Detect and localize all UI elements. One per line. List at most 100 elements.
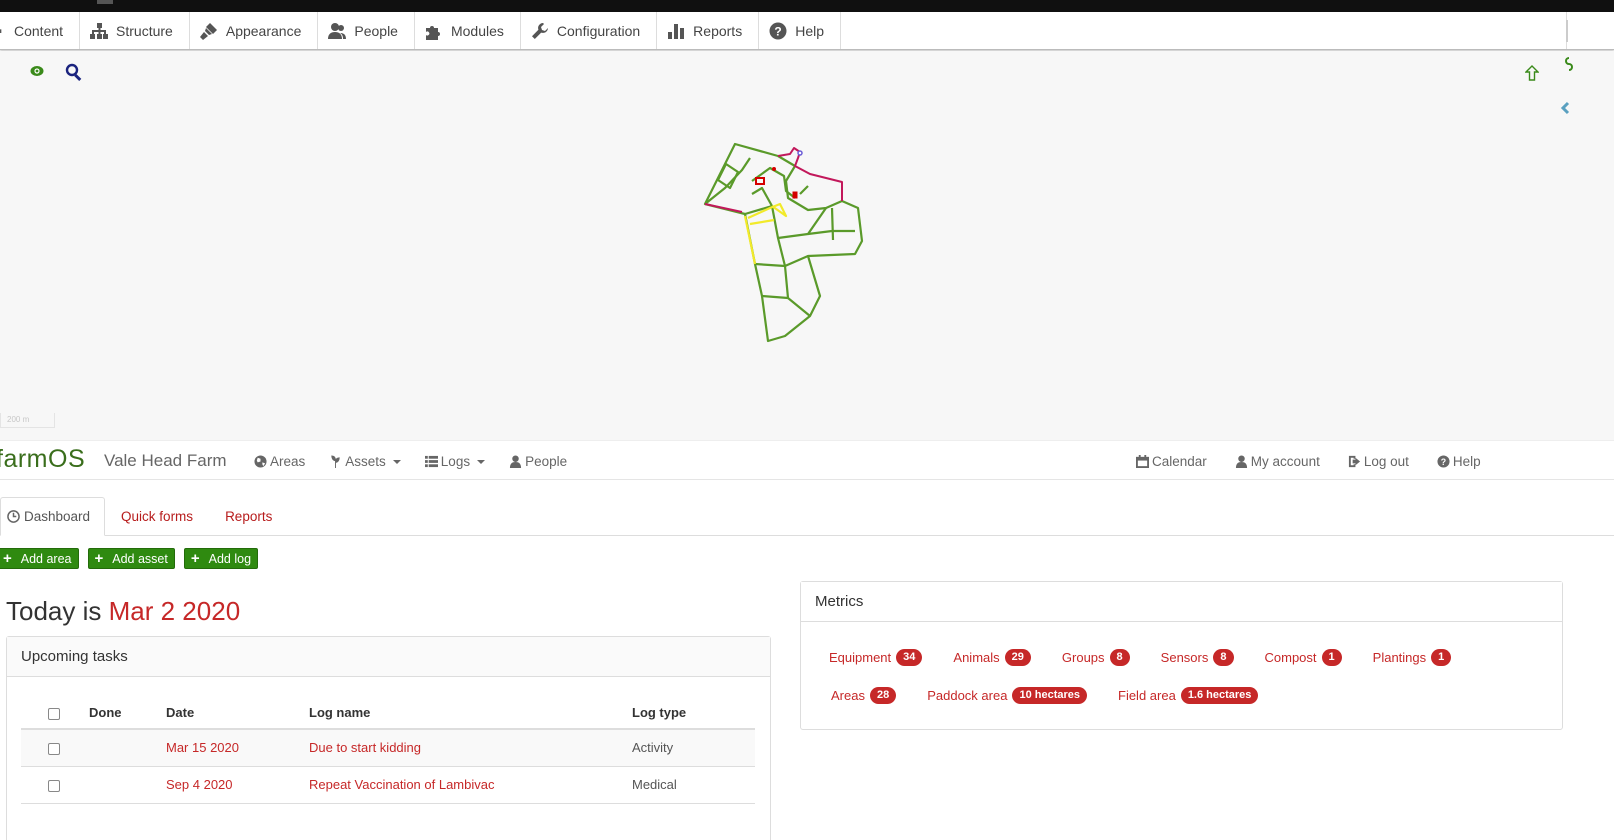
- metric-label: Paddock area: [927, 688, 1008, 703]
- geolocate-eye-icon[interactable]: [29, 63, 45, 79]
- nav-people[interactable]: People: [509, 454, 567, 469]
- nav-link-label: Help: [1452, 453, 1481, 469]
- nav-link-label: Logs: [440, 453, 471, 469]
- nav-link-label: People: [525, 453, 568, 469]
- tab-label: Reports: [225, 508, 273, 524]
- calendar-icon: [1136, 454, 1149, 468]
- today-date: Mar 2 2020: [108, 596, 241, 626]
- metric-animals[interactable]: Animals 29: [953, 649, 1031, 666]
- nav-areas[interactable]: Areas: [254, 454, 305, 469]
- list-icon: [424, 455, 438, 467]
- wrench-icon: [531, 22, 548, 39]
- tab-quick-forms[interactable]: Quick forms: [105, 497, 209, 535]
- nav-calendar[interactable]: Calendar: [1136, 454, 1207, 469]
- metric-groups[interactable]: Groups 8: [1062, 649, 1130, 666]
- log-out-icon: [1348, 455, 1360, 467]
- dashboard-tabs: Dashboard Quick forms Reports: [0, 497, 1614, 536]
- farm-area-polygons[interactable]: [690, 136, 880, 351]
- nav-help[interactable]: ? Help: [1437, 454, 1481, 469]
- tab-dashboard[interactable]: Dashboard: [0, 497, 106, 536]
- structure-icon: [90, 22, 109, 39]
- bar-chart-icon: [668, 23, 685, 39]
- button-label: Add asset: [112, 551, 168, 566]
- metric-badge: 1: [1321, 649, 1342, 666]
- metric-plantings[interactable]: Plantings 1: [1373, 649, 1452, 666]
- add-log-button[interactable]: + Add log: [183, 548, 259, 569]
- admin-menu-label: Content: [14, 22, 64, 39]
- admin-menu-label: Modules: [450, 22, 504, 39]
- nav-logs[interactable]: Logs: [424, 453, 486, 469]
- help-icon: ?: [769, 22, 787, 39]
- chevron-down-icon: [477, 460, 486, 464]
- task-name-link[interactable]: Repeat Vaccination of Lambivac: [309, 766, 632, 804]
- admin-menu-label: People: [354, 22, 398, 39]
- metric-equipment[interactable]: Equipment 34: [829, 649, 923, 666]
- admin-menu-reports[interactable]: Reports: [657, 12, 760, 49]
- task-date-link[interactable]: Sep 4 2020: [166, 766, 309, 804]
- select-all-checkbox[interactable]: [48, 707, 60, 720]
- table-row: Sep 4 2020 Repeat Vaccination of Lambiva…: [21, 766, 755, 804]
- attribution-icon[interactable]: [1560, 99, 1572, 117]
- row-checkbox[interactable]: [48, 742, 60, 755]
- admin-menu-content[interactable]: Content: [0, 12, 81, 49]
- button-label: Add log: [208, 551, 252, 566]
- admin-menu-structure[interactable]: Structure: [80, 12, 190, 49]
- task-date-link[interactable]: Mar 15 2020: [166, 729, 309, 767]
- admin-menu-configuration[interactable]: Configuration: [521, 12, 658, 49]
- nav-my-account[interactable]: My account: [1235, 454, 1320, 469]
- farm-map[interactable]: 200 m: [0, 51, 1614, 440]
- nav-link-label: Log out: [1363, 453, 1409, 469]
- metric-label: Plantings: [1372, 650, 1427, 665]
- nav-link-label: Assets: [345, 453, 386, 469]
- metric-label: Compost: [1264, 650, 1317, 665]
- arrow-up-icon[interactable]: [1523, 64, 1541, 82]
- panel-title: Upcoming tasks: [7, 637, 770, 677]
- admin-menu-label: Structure: [116, 22, 173, 39]
- metric-areas[interactable]: Areas 28: [831, 687, 897, 704]
- admin-menu-grip: [1566, 20, 1568, 42]
- admin-menu-toggle[interactable]: [1566, 12, 1614, 49]
- metric-paddock-area[interactable]: Paddock area 10 hectares: [927, 687, 1087, 704]
- metrics-row: Equipment 34 Animals 29 Groups 8 Sensors 8 C…: [829, 649, 1452, 666]
- admin-menu-appearance[interactable]: Appearance: [190, 12, 319, 49]
- plus-icon: +: [3, 550, 12, 567]
- admin-menu-modules[interactable]: Modules: [415, 12, 521, 49]
- plus-icon: +: [94, 550, 104, 567]
- metric-label: Animals: [953, 650, 1000, 665]
- metric-label: Groups: [1061, 650, 1105, 665]
- tab-label: Dashboard: [24, 509, 91, 524]
- zoom-in-icon[interactable]: [0, 61, 8, 75]
- metric-sensors[interactable]: Sensors 8: [1161, 649, 1234, 666]
- search-icon[interactable]: [65, 63, 83, 81]
- farmos-navbar: farmOS Vale Head Farm Areas Assets Logs …: [0, 440, 1614, 480]
- help-icon: ?: [1437, 454, 1450, 468]
- tab-reports[interactable]: Reports: [209, 497, 288, 535]
- admin-menu-help[interactable]: ? Help: [759, 12, 841, 49]
- select-all-cell: [21, 693, 89, 730]
- user-icon: [1235, 454, 1247, 468]
- admin-menu-label: Configuration: [556, 22, 641, 39]
- zoom-out-icon[interactable]: [0, 91, 8, 105]
- add-area-button[interactable]: + Add area: [0, 548, 79, 569]
- nav-link-label: Areas: [270, 453, 306, 469]
- tasks-table: Done Date Log name Log type Mar 15 2020 …: [21, 693, 755, 804]
- layer-switcher-icon[interactable]: [1560, 56, 1574, 84]
- tab-label: Quick forms: [121, 508, 194, 524]
- add-asset-button[interactable]: + Add asset: [87, 548, 175, 569]
- metric-compost[interactable]: Compost 1: [1265, 649, 1342, 666]
- task-type: Medical: [632, 766, 755, 804]
- nav-assets[interactable]: Assets: [329, 454, 401, 469]
- admin-menu-people[interactable]: People: [318, 12, 415, 49]
- metrics-panel: Metrics Equipment 34 Animals 29 Groups 8 Se…: [800, 581, 1563, 730]
- metrics-row: Areas 28 Paddock area 10 hectares Field ar…: [831, 687, 1259, 704]
- nav-link-label: Calendar: [1152, 453, 1207, 469]
- dashboard-icon: [7, 510, 20, 523]
- content-icon: [0, 28, 2, 33]
- task-name-link[interactable]: Due to start kidding: [309, 729, 632, 767]
- nav-log-out[interactable]: Log out: [1348, 454, 1409, 469]
- panel-title: Metrics: [801, 582, 1562, 622]
- farmos-brand[interactable]: farmOS: [0, 445, 85, 474]
- row-checkbox[interactable]: [48, 779, 60, 792]
- metric-field-area[interactable]: Field area 1.6 hectares: [1118, 687, 1259, 704]
- site-name[interactable]: Vale Head Farm: [104, 451, 227, 471]
